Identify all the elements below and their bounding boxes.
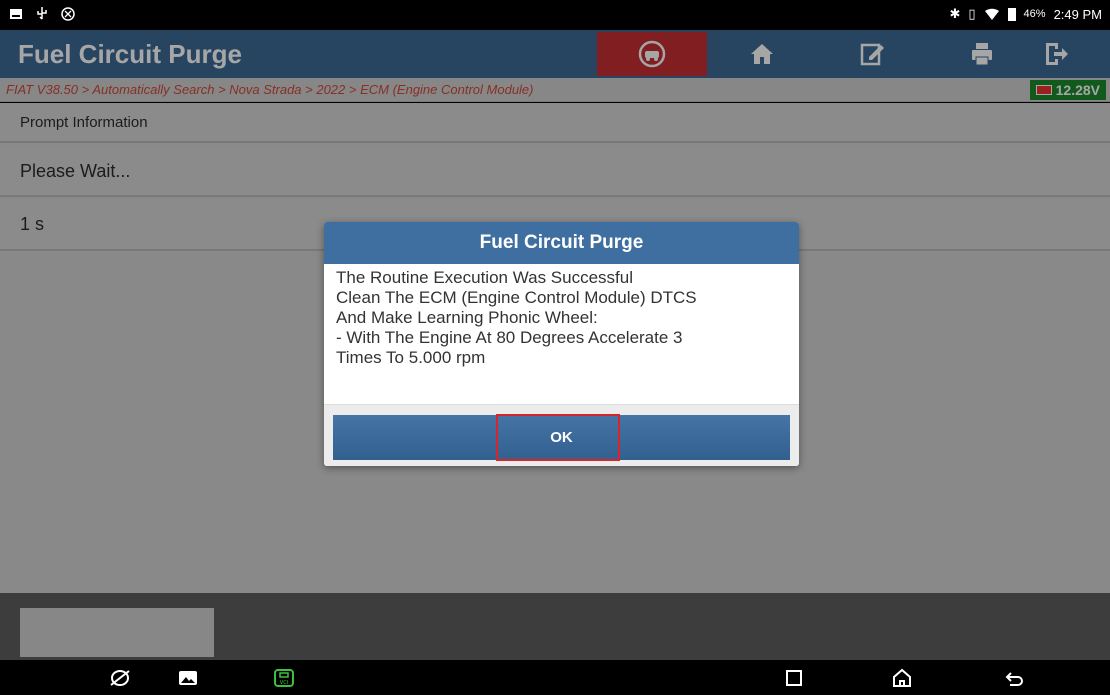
clock: 2:49 PM (1053, 6, 1102, 22)
dialog-line: And Make Learning Phonic Wheel: (336, 308, 598, 327)
status-left-icons (8, 6, 76, 22)
vibrate-icon: ▯ (968, 6, 976, 21)
home-nav-icon[interactable] (890, 666, 914, 690)
status-bar: ✱ ▯ 46% 2:49 PM (0, 0, 1110, 30)
gallery-icon[interactable] (176, 666, 200, 690)
status-right: ✱ ▯ 46% 2:49 PM (949, 6, 1102, 22)
fuel-circuit-purge-dialog: Fuel Circuit Purge The Routine Execution… (324, 222, 799, 466)
usb-icon (37, 7, 47, 20)
battery-percent: 46% (1023, 8, 1046, 20)
dialog-footer: OK (324, 404, 799, 466)
ok-button[interactable]: OK (333, 415, 790, 460)
battery-icon (1007, 8, 1016, 21)
svg-text:VCI: VCI (280, 680, 288, 686)
dialog-line: Times To 5.000 rpm (336, 348, 486, 367)
recents-icon[interactable] (782, 666, 806, 690)
browser-icon[interactable] (108, 666, 132, 690)
back-icon[interactable] (1003, 666, 1027, 690)
signal-app-icon (61, 7, 75, 21)
bluetooth-icon: ✱ (949, 6, 961, 21)
dialog-message: The Routine Execution Was Successful Cle… (336, 268, 788, 368)
dialog-line: Clean The ECM (Engine Control Module) DT… (336, 288, 697, 307)
vci-icon[interactable]: VCI (272, 666, 296, 690)
wifi-icon (984, 8, 999, 20)
dialog-title: Fuel Circuit Purge (324, 222, 799, 264)
dialog-line: - With The Engine At 80 Degrees Accelera… (336, 328, 683, 347)
system-nav-bar: VCI (0, 660, 1110, 695)
dialog-line: The Routine Execution Was Successful (336, 268, 634, 287)
notification-square-icon (10, 9, 22, 19)
